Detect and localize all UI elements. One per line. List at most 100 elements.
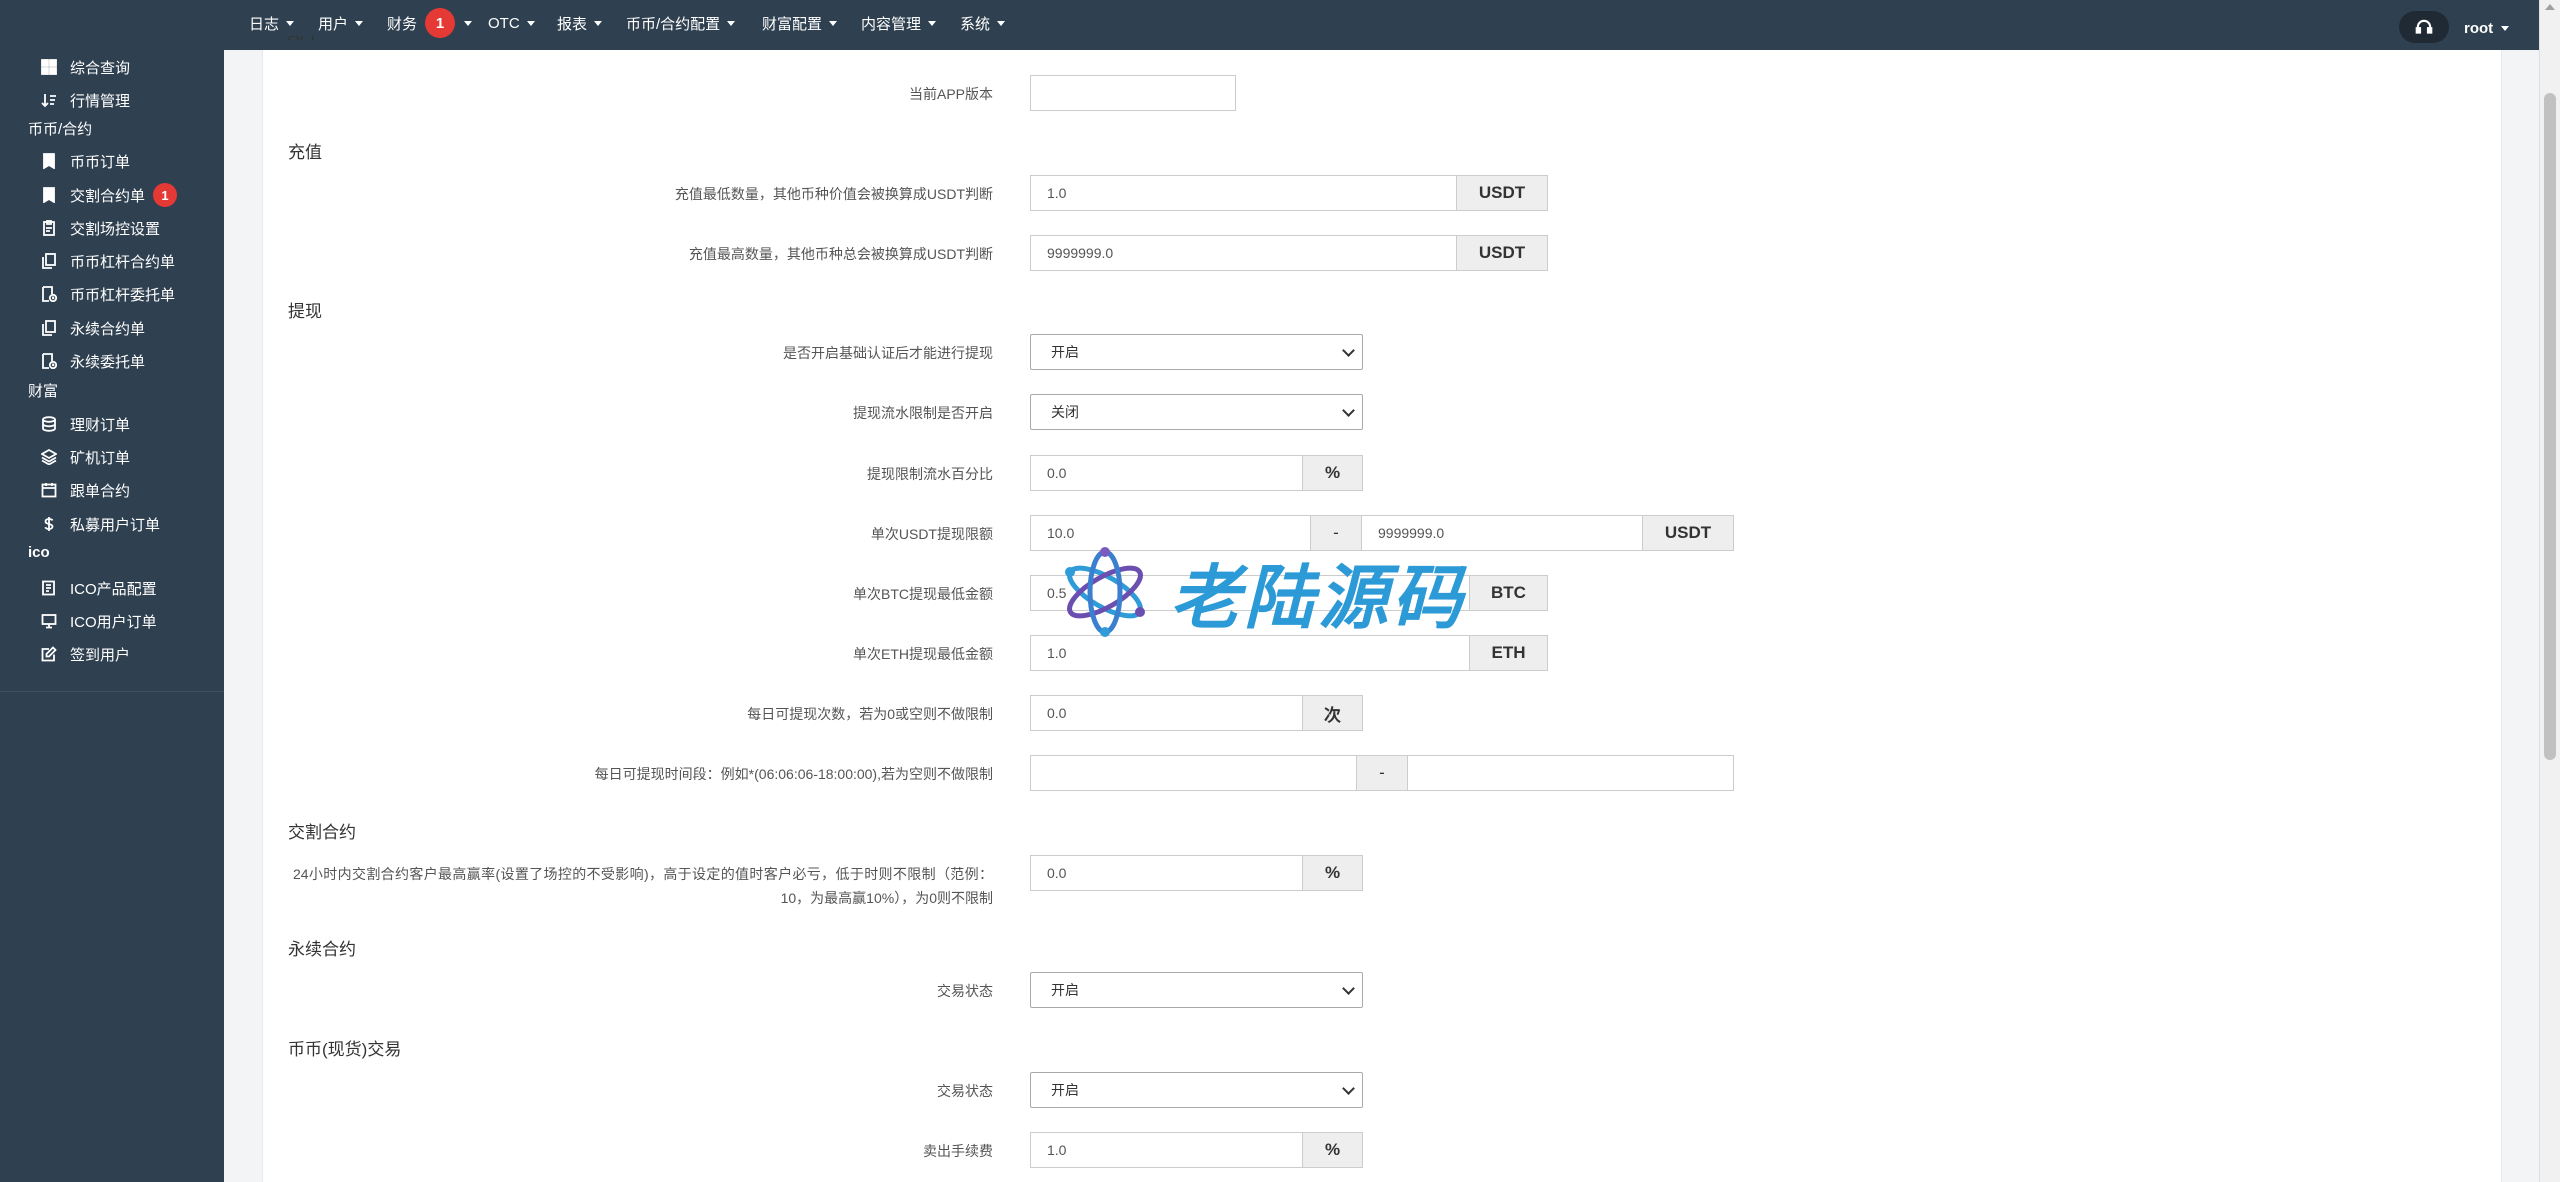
- daily-count-input[interactable]: 0.0: [1030, 695, 1303, 731]
- flow-limit-label: 提现流水限制是否开启: [853, 405, 993, 421]
- nav-label: 内容管理: [861, 15, 922, 33]
- time-range-end-input[interactable]: [1407, 755, 1734, 791]
- copy-icon: [40, 319, 58, 337]
- sidebar-item-label: 跟单合约: [70, 482, 131, 500]
- caret-down-icon: [594, 20, 603, 26]
- sidebar-group-wealth: 财富: [28, 383, 59, 400]
- btc-min-label: 单次BTC提现最低金额: [853, 586, 993, 602]
- eth-addon: ETH: [1469, 635, 1548, 671]
- nav-otc[interactable]: OTC: [488, 0, 535, 46]
- percent-addon: %: [1302, 1132, 1363, 1168]
- sidebar-item-finance-orders[interactable]: 理财订单: [40, 409, 130, 439]
- recharge-min-label: 充值最低数量，其他币种价值会被换算成USDT判断: [674, 186, 993, 202]
- sidebar-group-coin-contract: 币币/合约: [28, 121, 93, 138]
- sidebar-item-market[interactable]: 行情管理: [40, 85, 130, 115]
- sidebar-item-copy-trading[interactable]: 跟单合约: [40, 475, 130, 505]
- sell-fee-label: 卖出手续费: [923, 1143, 993, 1159]
- kyc-withdraw-select[interactable]: 开启: [1030, 334, 1363, 370]
- sidebar-item-perpetual-orders[interactable]: 永续合约单: [40, 313, 145, 343]
- range-separator: -: [1310, 515, 1362, 551]
- app-version-input[interactable]: [1030, 75, 1236, 111]
- recharge-max-input[interactable]: 9999999.0: [1030, 235, 1457, 271]
- spot-status-select[interactable]: 开启: [1030, 1072, 1363, 1108]
- sidebar-item-ico-user-orders[interactable]: ICO用户订单: [40, 606, 157, 636]
- nav-reports[interactable]: 报表: [557, 0, 603, 46]
- btc-min-input[interactable]: 0.5: [1030, 575, 1470, 611]
- kyc-withdraw-label: 是否开启基础认证后才能进行提现: [783, 345, 993, 361]
- sidebar-item-private-orders[interactable]: 私募用户订单: [40, 509, 160, 539]
- usdt-addon: USDT: [1456, 235, 1548, 271]
- nav-label: 报表: [557, 15, 588, 33]
- recharge-max-label: 充值最高数量，其他币种总会被换算成USDT判断: [688, 246, 993, 262]
- sidebar-item-delivery-orders[interactable]: 交割合约单 1: [40, 180, 178, 210]
- nav-label: 用户: [318, 15, 349, 33]
- times-addon: 次: [1302, 695, 1363, 731]
- sidebar-item-label: 币币杠杆合约单: [70, 253, 176, 271]
- headset-button[interactable]: [2399, 11, 2449, 43]
- section-app: APP: [288, 36, 322, 50]
- scroll-up-arrow-icon[interactable]: [2545, 4, 2555, 10]
- delivery-winrate-label: 24小时内交割合约客户最高赢率(设置了场控的不受影响)，高于设定的值时客户必亏，…: [293, 866, 993, 906]
- sidebar-item-margin-orders[interactable]: 币币杠杆合约单: [40, 246, 175, 276]
- dollar-icon: [40, 515, 58, 533]
- sidebar-item-miner-orders[interactable]: 矿机订单: [40, 442, 130, 472]
- nav-label: 日志: [249, 15, 280, 33]
- sidebar-item-label: 签到用户: [70, 646, 131, 664]
- flow-pct-input[interactable]: 0.0: [1030, 455, 1303, 491]
- select-value: 开启: [1051, 1082, 1079, 1098]
- nav-label: 财富配置: [762, 15, 823, 33]
- edit-doc-icon: [40, 579, 58, 597]
- sidebar-item-coin-orders[interactable]: 币币订单: [40, 146, 130, 176]
- section-recharge: 充值: [288, 143, 322, 162]
- sidebar-item-delivery-control[interactable]: 交割场控设置: [40, 213, 160, 243]
- usdt-limit-max-input[interactable]: 9999999.0: [1361, 515, 1643, 551]
- notification-badge: 1: [153, 183, 178, 207]
- usdt-addon: USDT: [1456, 175, 1548, 211]
- nav-finance[interactable]: 财务 1: [387, 0, 473, 46]
- spot-status-label: 交易状态: [937, 1083, 993, 1099]
- sort-icon: [40, 91, 58, 109]
- recharge-min-input[interactable]: 1.0: [1030, 175, 1457, 211]
- sidebar-item-label: ICO用户订单: [70, 613, 157, 631]
- settings-panel: [262, 50, 2502, 1182]
- caret-down-icon: [997, 20, 1006, 26]
- caret-down-icon: [355, 20, 364, 26]
- percent-addon: %: [1302, 855, 1363, 891]
- delivery-winrate-input[interactable]: 0.0: [1030, 855, 1303, 891]
- nav-content[interactable]: 内容管理: [861, 0, 937, 46]
- nav-system[interactable]: 系统: [960, 0, 1006, 46]
- clipboard-icon: [40, 219, 58, 237]
- chevron-down-icon: [1342, 982, 1355, 995]
- sidebar-item-margin-entrust[interactable]: 币币杠杆委托单: [40, 279, 175, 309]
- time-range-start-input[interactable]: [1030, 755, 1357, 791]
- sidebar-item-label: 永续委托单: [70, 353, 146, 371]
- nav-label: 币币/合约配置: [626, 15, 721, 33]
- user-menu[interactable]: root: [2464, 0, 2510, 56]
- eth-min-label: 单次ETH提现最低金额: [853, 646, 993, 662]
- flow-limit-select[interactable]: 关闭: [1030, 394, 1363, 430]
- sidebar: 综合查询 行情管理 币币/合约 币币订单 交割合约单 1 交割场控设置 币币杠杆…: [0, 0, 224, 1182]
- caret-down-icon: [2501, 25, 2510, 31]
- sidebar-item-label: 交割场控设置: [70, 220, 161, 238]
- range-separator: -: [1356, 755, 1408, 791]
- page-scrollbar[interactable]: [2539, 0, 2560, 1182]
- copy-icon: [40, 252, 58, 270]
- sidebar-item-perpetual-entrust[interactable]: 永续委托单: [40, 346, 145, 376]
- nav-label: 财务: [387, 15, 418, 33]
- eth-min-input[interactable]: 1.0: [1030, 635, 1470, 671]
- perpetual-status-select[interactable]: 开启: [1030, 972, 1363, 1008]
- sidebar-item-overview[interactable]: 综合查询: [40, 52, 130, 82]
- nav-user[interactable]: 用户: [318, 0, 364, 46]
- sidebar-item-ico-products[interactable]: ICO产品配置: [40, 573, 157, 603]
- usdt-addon: USDT: [1642, 515, 1734, 551]
- scrollbar-thumb[interactable]: [2544, 93, 2556, 760]
- section-delivery: 交割合约: [288, 823, 356, 842]
- nav-wealth-config[interactable]: 财富配置: [762, 0, 838, 46]
- caret-down-icon: [286, 20, 295, 26]
- sidebar-item-checkin-users[interactable]: 签到用户: [40, 639, 130, 669]
- sell-fee-input[interactable]: 1.0: [1030, 1132, 1303, 1168]
- usdt-limit-min-input[interactable]: 10.0: [1030, 515, 1311, 551]
- app-version-label: 当前APP版本: [908, 86, 993, 102]
- nav-coin-contract-config[interactable]: 币币/合约配置: [626, 0, 736, 46]
- notification-badge: 1: [425, 8, 456, 38]
